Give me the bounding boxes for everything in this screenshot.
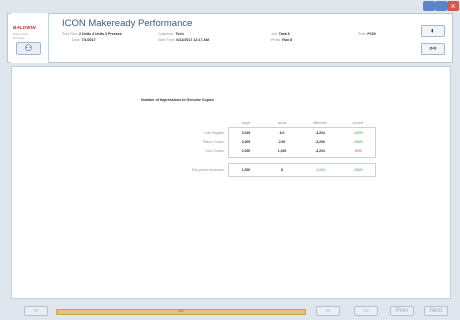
logo: BALDWIN Press Tech Services: [11, 13, 49, 63]
meta-date: Date: 7/1/2017: [72, 38, 96, 42]
cell-percent: -100%: [353, 131, 363, 135]
cell-actual: 8.0: [279, 131, 285, 135]
row-label: Color Control: [205, 149, 224, 153]
meta-print: Print: P100: [358, 32, 376, 36]
cell-percent: -100%: [353, 140, 363, 144]
col-header-target: target: [241, 121, 251, 125]
binoculars-button[interactable]: ⚯: [421, 43, 445, 55]
col-header-percent: percent: [352, 121, 364, 125]
total-percent: -100%: [353, 168, 363, 172]
cell-percent: -50%: [354, 149, 362, 153]
cell-target: 3,005: [241, 140, 251, 144]
col-header-difference: difference: [313, 121, 327, 125]
first-page-button[interactable]: ‹‹: [24, 306, 48, 316]
total-label: Plus preset impression: [191, 168, 224, 172]
page-progress: 1/1: [56, 309, 306, 315]
toggle-icon: ◐: [430, 26, 436, 35]
page-title: ICON Makeready Performance: [62, 18, 193, 29]
maximize-button[interactable]: [435, 1, 447, 11]
binoculars-icon: ⚇: [24, 43, 33, 53]
logo-subtitle-2: Services: [13, 36, 25, 40]
search-binoculars-button[interactable]: ⚇: [16, 42, 41, 55]
meta-customer: Customer: Tech: [158, 32, 184, 36]
progress-label: 1/1: [178, 309, 184, 313]
row-label: Color Register: [203, 131, 224, 135]
minimize-button[interactable]: [423, 1, 435, 11]
next-button[interactable]: Next: [424, 306, 448, 316]
meta-print-run: Print Run: 2 Units 4 Units 3 Presses: [62, 32, 122, 36]
close-button[interactable]: ×: [447, 1, 459, 11]
prev-button[interactable]: Prev: [390, 306, 414, 316]
cell-target: 2,000: [241, 149, 251, 153]
total-target: 1,000: [241, 168, 251, 172]
report-canvas: [11, 66, 451, 299]
page-view-button[interactable]: ▭: [354, 306, 378, 316]
meta-press: Press: Run 8: [271, 38, 293, 42]
last-page-button[interactable]: ››: [316, 306, 340, 316]
total-difference: -1,000: [315, 168, 325, 172]
cell-actual: 1,025: [277, 149, 287, 153]
meta-job: Job: Task 6: [271, 32, 290, 36]
toggle-button[interactable]: ◐: [421, 25, 445, 37]
section-title: Number of Impressions to Genuine Copies: [141, 98, 214, 102]
binoculars-icon: ⚯: [429, 44, 437, 53]
logo-brand: BALDWIN: [13, 25, 36, 30]
cell-difference: -3,206: [315, 140, 325, 144]
cell-target: 3,025: [241, 131, 251, 135]
col-header-actual: actual: [277, 121, 287, 125]
cell-actual: 2.00: [278, 140, 286, 144]
cell-difference: -3,204: [315, 131, 325, 135]
total-actual: 8: [281, 168, 283, 172]
meta-start-time: Start Time: 6/12/2017 12:17 AM: [158, 38, 210, 42]
row-label: Ribbon Control: [202, 140, 224, 144]
cell-difference: -3,204: [315, 149, 325, 153]
